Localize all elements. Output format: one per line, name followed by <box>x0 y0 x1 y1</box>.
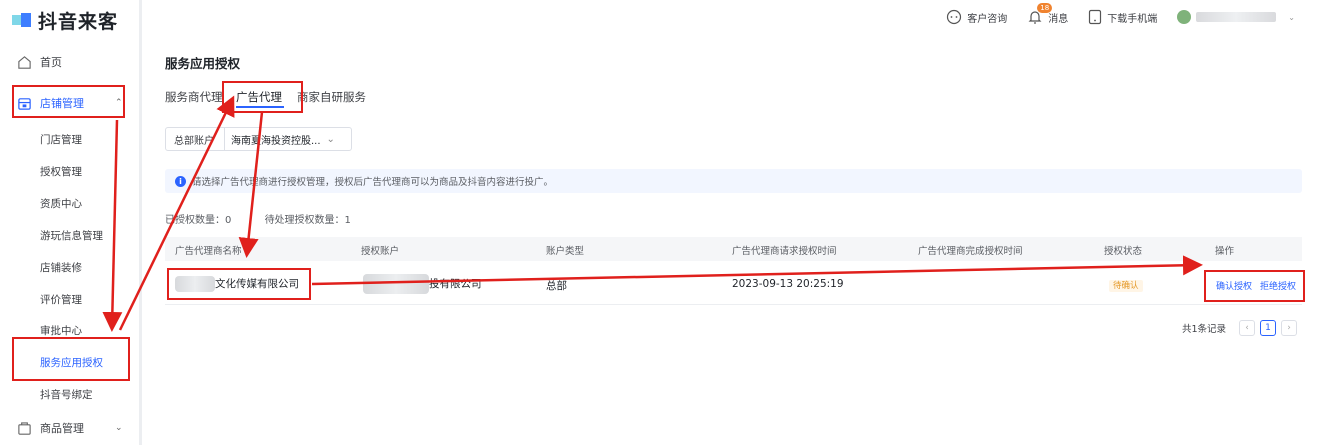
column-header: 授权状态 <box>1104 246 1143 257</box>
column-header: 账户类型 <box>546 246 585 257</box>
account-select-label: 总部账户 <box>166 128 225 150</box>
annotation-box-store-mgmt <box>12 85 125 118</box>
status-badge: 待确认 <box>1109 280 1143 292</box>
info-banner: i 请选择广告代理商进行授权管理，授权后广告代理商可以为商品及抖音内容进行投广。 <box>165 169 1302 193</box>
sidebar-item-label: 商品管理 <box>40 422 84 435</box>
sidebar-item-approval[interactable]: 审批中心 <box>40 323 82 338</box>
chevron-down-icon: ⌄ <box>115 423 123 433</box>
pending-count: 待处理授权数量：1 <box>264 215 351 226</box>
column-header: 广告代理商完成授权时间 <box>918 246 1023 257</box>
chat-icon <box>947 9 962 25</box>
request-time-cell: 2023-09-13 20:25:19 <box>732 278 844 290</box>
phone-icon <box>1089 9 1102 25</box>
header-toolbar: 客户咨询 18 消息 下载手机端 ⌄ <box>926 3 1295 28</box>
sidebar-item-decoration[interactable]: 店铺装修 <box>40 260 82 275</box>
column-header: 广告代理商名称 <box>175 246 242 257</box>
username-redacted <box>1196 12 1277 22</box>
column-header: 广告代理商请求授权时间 <box>732 246 837 257</box>
info-icon: i <box>175 175 186 187</box>
annotation-box-agency <box>167 268 311 300</box>
sidebar-item-authorization[interactable]: 授权管理 <box>40 164 82 179</box>
message-badge: 18 <box>1037 3 1053 13</box>
account-select[interactable]: 总部账户 海南夏海投资控股... ⌄ <box>165 127 352 151</box>
sidebar-item-goods-management[interactable]: 商品管理 ⌄ <box>17 418 123 438</box>
annotation-box-ad-tab <box>222 81 303 113</box>
download-label: 下载手机端 <box>1107 13 1158 25</box>
tab-self-developed[interactable]: 商家自研服务 <box>297 89 366 105</box>
prev-page-button[interactable]: ‹ <box>1239 320 1255 336</box>
messages-label: 消息 <box>1048 13 1069 25</box>
chevron-down-icon: ⌄ <box>1288 12 1295 22</box>
next-page-button[interactable]: › <box>1281 320 1297 336</box>
sidebar-item-qualification[interactable]: 资质中心 <box>40 196 82 211</box>
sidebar-divider <box>139 0 142 445</box>
sidebar-item-label: 首页 <box>40 56 62 69</box>
info-text: 请选择广告代理商进行授权管理，授权后广告代理商可以为商品及抖音内容进行投广。 <box>192 177 554 188</box>
home-icon <box>18 55 31 69</box>
logo-icon <box>12 12 32 28</box>
logo-text: 抖音来客 <box>38 10 119 33</box>
tab-service-provider[interactable]: 服务商代理 <box>165 89 223 105</box>
download-app-button[interactable]: 下载手机端 <box>1088 9 1157 25</box>
table-row: 文化传媒有限公司 投有限公司 总部 2023-09-13 20:25:19 待确… <box>165 263 1302 305</box>
sidebar-item-play-info[interactable]: 游玩信息管理 <box>40 228 103 243</box>
customer-service-label: 客户咨询 <box>967 13 1008 25</box>
annotation-box-service-auth <box>12 337 130 381</box>
page-number-button[interactable]: 1 <box>1260 320 1276 336</box>
auth-counts: 已授权数量：0 待处理授权数量：1 <box>165 211 381 226</box>
column-header: 操作 <box>1215 246 1235 257</box>
avatar <box>1177 10 1192 24</box>
user-menu[interactable]: ⌄ <box>1177 10 1295 24</box>
sidebar-item-douyin-binding[interactable]: 抖音号绑定 <box>40 387 93 402</box>
table-header: 广告代理商名称 授权账户 账户类型 广告代理商请求授权时间 广告代理商完成授权时… <box>165 237 1302 261</box>
redacted-text <box>363 274 429 294</box>
total-records: 共1条记录 <box>1181 324 1226 335</box>
account-select-value: 海南夏海投资控股... ⌄ <box>225 132 351 147</box>
annotation-box-actions <box>1204 270 1305 302</box>
page-title: 服务应用授权 <box>165 56 241 71</box>
goods-icon <box>18 421 31 435</box>
auth-account-cell: 投有限公司 <box>363 274 482 294</box>
chevron-down-icon: ⌄ <box>326 133 335 145</box>
auth-account: 投有限公司 <box>429 278 482 290</box>
status-cell: 待确认 <box>1109 279 1143 292</box>
pagination: 共1条记录 ‹ 1 › <box>1182 320 1297 336</box>
sidebar-item-store[interactable]: 门店管理 <box>40 132 82 147</box>
app-root: 抖音来客 首页 店铺管理 ⌃ 门店管理 授权管理 资质中心 游玩信息管理 店铺装… <box>0 0 1325 445</box>
sidebar-item-reviews[interactable]: 评价管理 <box>40 292 82 307</box>
column-header: 授权账户 <box>361 246 400 257</box>
account-select-text: 海南夏海投资控股... <box>231 135 321 147</box>
logo[interactable]: 抖音来客 <box>12 8 119 33</box>
account-type-cell: 总部 <box>546 280 567 292</box>
customer-service-button[interactable]: 客户咨询 <box>946 9 1007 25</box>
authorized-count: 已授权数量：0 <box>165 215 232 226</box>
messages-button[interactable]: 18 消息 <box>1027 3 1069 25</box>
sidebar-item-home[interactable]: 首页 <box>17 52 62 72</box>
